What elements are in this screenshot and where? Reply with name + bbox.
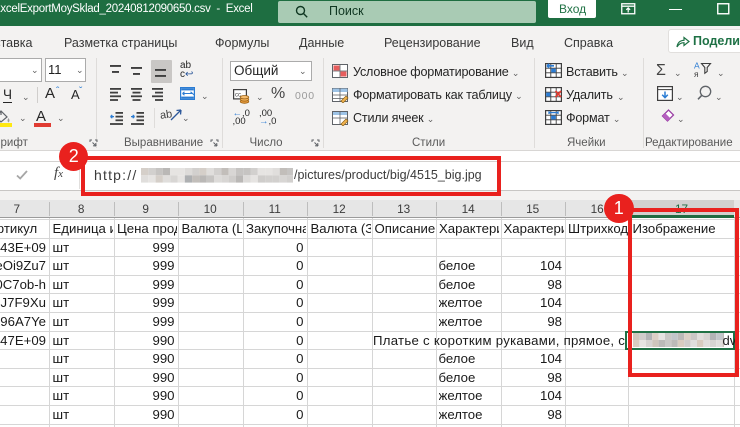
svg-text:я: я xyxy=(694,69,699,78)
